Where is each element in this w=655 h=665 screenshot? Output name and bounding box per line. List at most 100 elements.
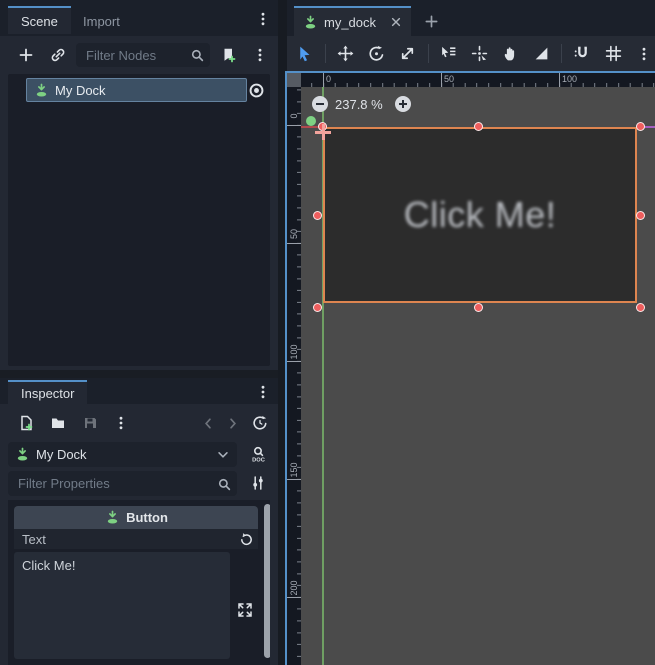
- property-filter-tune-icon[interactable]: [247, 472, 269, 494]
- resize-handle-top-right[interactable]: [636, 122, 645, 131]
- resize-handle-bottom-center[interactable]: [474, 303, 483, 312]
- text-property-row: Text: [14, 529, 258, 549]
- tree-node-label: My Dock: [55, 83, 106, 98]
- toolbar-separator: [561, 44, 562, 63]
- toolbar-separator: [428, 44, 429, 63]
- visibility-eye-icon[interactable]: [245, 79, 267, 101]
- open-docs-icon[interactable]: DOC: [247, 443, 269, 465]
- scene-tab-my-dock[interactable]: my_dock: [294, 6, 411, 36]
- ruler-major-tick: [441, 73, 442, 87]
- filter-properties-input[interactable]: [8, 471, 237, 496]
- smart-snap-icon[interactable]: [571, 43, 593, 65]
- ruler-corner: [287, 73, 301, 87]
- resize-handle-bottom-left[interactable]: [313, 303, 322, 312]
- add-node-button[interactable]: [15, 44, 37, 66]
- ruler-label: 50: [289, 224, 299, 244]
- button-node-icon: [14, 447, 30, 463]
- resize-handle-bottom-right[interactable]: [636, 303, 645, 312]
- ruler-label: 0: [326, 74, 331, 84]
- rotate-tool-icon[interactable]: [366, 43, 388, 65]
- ruler-label: 200: [289, 578, 299, 598]
- resize-handle-middle-right[interactable]: [636, 211, 645, 220]
- canvas-toolbar: [287, 36, 655, 71]
- resize-handle-middle-left[interactable]: [313, 211, 322, 220]
- tab-scene-label: Scene: [21, 14, 58, 29]
- 2d-canvas[interactable]: Click Me! 237.8 %: [301, 87, 655, 665]
- zoom-out-button[interactable]: [312, 96, 328, 112]
- viewport-region: my_dock: [287, 0, 655, 665]
- revert-property-icon[interactable]: [237, 530, 255, 548]
- godot-editor: Scene Import My: [0, 0, 655, 665]
- horizontal-ruler: 0 50 100: [301, 73, 655, 87]
- scale-tool-icon[interactable]: [397, 43, 419, 65]
- attach-script-icon[interactable]: [217, 44, 239, 66]
- tree-node-my-dock[interactable]: My Dock: [26, 78, 247, 102]
- selected-button-node[interactable]: Click Me!: [323, 127, 637, 303]
- dock-menu-icon[interactable]: [252, 8, 274, 30]
- snap-options-menu-icon[interactable]: [633, 43, 655, 65]
- tab-scene[interactable]: Scene: [8, 6, 71, 34]
- tab-import[interactable]: Import: [70, 6, 133, 34]
- text-property-value[interactable]: Click Me!: [14, 552, 230, 659]
- history-forward-icon[interactable]: [221, 412, 243, 434]
- scene-tree-menu-icon[interactable]: [249, 44, 271, 66]
- ruler-label: 0: [289, 106, 299, 126]
- scene-tab-label: my_dock: [324, 15, 383, 30]
- button-node-icon: [302, 14, 318, 30]
- toolbar-separator: [325, 44, 326, 63]
- inspector-tabbar: Inspector: [0, 378, 278, 404]
- inspector-tools-menu-icon[interactable]: [110, 412, 132, 434]
- resize-handle-top-center[interactable]: [474, 122, 483, 131]
- ruler-label: 150: [289, 460, 299, 480]
- chevron-down-icon: [215, 447, 231, 463]
- canvas-workspace: 0 50 100 0 50 100 150 200: [287, 73, 655, 665]
- history-back-icon[interactable]: [197, 412, 219, 434]
- new-scene-tab-icon[interactable]: [420, 10, 442, 32]
- expand-textarea-icon[interactable]: [234, 599, 256, 621]
- inspector-scrollbar[interactable]: [264, 504, 270, 658]
- search-icon: [213, 473, 235, 495]
- save-icon[interactable]: [79, 412, 101, 434]
- dock-splitter[interactable]: [278, 0, 287, 665]
- search-icon: [186, 44, 208, 66]
- ruler-tool-icon[interactable]: [530, 43, 552, 65]
- new-resource-icon[interactable]: [15, 412, 37, 434]
- node-selector-label: My Dock: [36, 447, 209, 462]
- button-node-icon: [33, 82, 49, 98]
- scene-dock: My Dock: [0, 36, 278, 370]
- grid-snap-icon[interactable]: [602, 43, 624, 65]
- inspector-dock: My Dock DOC Button Text: [0, 404, 278, 665]
- scene-tree-panel: My Dock: [8, 74, 270, 366]
- tab-inspector-label: Inspector: [21, 386, 74, 401]
- zoom-level-label[interactable]: 237.8 %: [335, 97, 383, 112]
- ruler-label: 100: [562, 74, 577, 84]
- tab-import-label: Import: [83, 14, 120, 29]
- svg-text:DOC: DOC: [252, 457, 265, 462]
- zoom-in-button[interactable]: [395, 96, 411, 112]
- pivot-crosshair[interactable]: [315, 124, 331, 140]
- section-header-label: Button: [126, 510, 168, 525]
- scene-dock-tabbar: Scene Import: [0, 0, 278, 36]
- close-tab-icon[interactable]: [389, 15, 403, 29]
- list-select-tool-icon[interactable]: [438, 43, 460, 65]
- inspector-properties-panel: Button Text Click Me!: [8, 500, 270, 665]
- vertical-ruler: 0 50 100 150 200: [287, 87, 301, 665]
- move-tool-icon[interactable]: [335, 43, 357, 65]
- load-resource-folder-icon[interactable]: [47, 412, 69, 434]
- ruler-major-tick: [323, 73, 324, 87]
- ruler-label: 100: [289, 342, 299, 362]
- text-property-label: Text: [14, 532, 237, 547]
- canvas-button-label: Click Me!: [404, 194, 557, 236]
- select-tool-icon[interactable]: [294, 43, 316, 65]
- tab-inspector[interactable]: Inspector: [8, 380, 87, 404]
- edit-history-icon[interactable]: [249, 412, 271, 434]
- pan-tool-icon[interactable]: [499, 43, 521, 65]
- section-header-button[interactable]: Button: [14, 506, 258, 529]
- pivot-tool-icon[interactable]: [469, 43, 491, 65]
- instance-scene-icon[interactable]: [47, 44, 69, 66]
- ruler-label: 50: [444, 74, 454, 84]
- node-selector-dropdown[interactable]: My Dock: [8, 442, 237, 467]
- ruler-major-tick: [559, 73, 560, 87]
- button-node-icon: [104, 510, 120, 526]
- inspector-menu-icon[interactable]: [252, 381, 274, 403]
